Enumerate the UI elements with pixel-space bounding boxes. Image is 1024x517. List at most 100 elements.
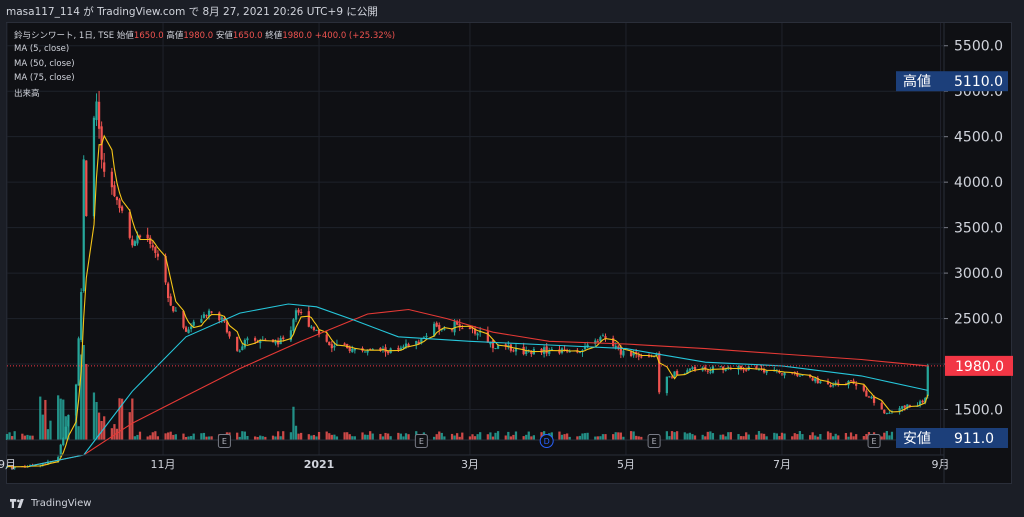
- y-tick-label: 3500.0: [954, 221, 1003, 237]
- event-markers: EEDEE: [217, 434, 881, 448]
- volume-bar: [28, 435, 32, 440]
- volume-bar: [476, 434, 479, 440]
- x-tick-label: 11月: [151, 458, 176, 471]
- volume-bar: [131, 398, 134, 440]
- volume-bar: [41, 414, 44, 440]
- candle-body: [883, 409, 886, 414]
- candle-body: [253, 338, 257, 341]
- volume-bar: [691, 434, 694, 440]
- legend-ma5[interactable]: MA (5, close): [14, 44, 69, 54]
- volume-bar: [885, 431, 888, 440]
- candle-body: [353, 349, 356, 351]
- candle-body: [236, 336, 239, 351]
- dividend-marker-label: D: [544, 437, 550, 446]
- volume-bar: [739, 436, 743, 440]
- volume-bar: [883, 432, 886, 440]
- volume-bar: [532, 435, 536, 440]
- volume-bar: [156, 436, 160, 440]
- volume-bar: [614, 432, 617, 440]
- volume-bar: [330, 434, 333, 440]
- volume-bar: [765, 436, 768, 440]
- legend-low-value: 1650.0: [232, 31, 263, 41]
- volume-bar: [399, 433, 403, 440]
- volume-bar: [174, 434, 177, 440]
- volume-bar: [297, 433, 300, 440]
- price-chart[interactable]: EEDEE 9月11月20213月5月7月9月 1500.01000.02500…: [0, 0, 1024, 517]
- legend-close-value: 1980.0: [282, 31, 313, 41]
- volume-bar: [747, 434, 750, 440]
- volume-bar: [494, 432, 497, 440]
- candle-body: [407, 344, 410, 347]
- volume-bar: [151, 432, 154, 440]
- volume-bar: [210, 436, 213, 440]
- volume-bar: [146, 436, 149, 440]
- candle-body: [811, 378, 814, 381]
- high-marker-label: 高値: [903, 73, 931, 90]
- volume-bar: [386, 433, 390, 440]
- volume-bar: [443, 436, 446, 440]
- x-tick-label: 9月: [0, 458, 16, 471]
- volume-bar: [371, 433, 374, 440]
- candle-body: [330, 344, 333, 349]
- volume-bar: [775, 433, 778, 440]
- legend-ohlc: 鈴与シンワート, 1日, TSE 始値1650.0 高値1980.0 安値165…: [14, 29, 395, 41]
- candle-body: [901, 406, 904, 409]
- candle-body: [885, 412, 888, 414]
- candle-body: [154, 246, 157, 253]
- candle-body: [386, 351, 390, 354]
- candle-body: [675, 370, 679, 375]
- candle-body: [921, 400, 924, 403]
- candle-body: [77, 338, 80, 386]
- candle-body: [888, 412, 891, 414]
- candle-body: [404, 343, 408, 347]
- volume-bar: [522, 436, 525, 440]
- volume-bar: [39, 396, 42, 440]
- volume-bar: [292, 406, 295, 440]
- volume-bar: [10, 436, 14, 440]
- candle-body: [115, 196, 119, 201]
- volume-bar: [384, 432, 387, 440]
- candle-body: [82, 159, 85, 292]
- volume-bar: [182, 433, 185, 440]
- legend-ma75[interactable]: MA (75, close): [14, 73, 75, 83]
- volume-bar: [832, 436, 835, 440]
- low-marker-value: 911.0: [954, 431, 994, 447]
- candle-body: [865, 390, 868, 397]
- volume-bar: [755, 434, 758, 440]
- volume-bar: [686, 433, 689, 440]
- volume-bar: [456, 433, 459, 440]
- candle-body: [706, 370, 709, 372]
- tradingview-logo[interactable]: TradingView: [10, 498, 91, 509]
- volume-bar: [704, 436, 707, 440]
- candle-body: [397, 347, 400, 350]
- volume-bar: [729, 432, 732, 440]
- volume-bar: [95, 402, 98, 440]
- candle-body: [837, 382, 840, 384]
- volume-bar: [473, 436, 477, 440]
- volume-bar: [271, 435, 275, 440]
- candle-body: [719, 366, 722, 368]
- y-tick-label: 2500.0: [954, 312, 1003, 328]
- volume-bar: [471, 434, 474, 440]
- volume-bar: [279, 436, 282, 440]
- x-tick-label: 2021: [304, 458, 335, 471]
- volume-bar: [389, 436, 392, 440]
- volume-bar: [525, 434, 528, 440]
- tradingview-brand: TradingView: [31, 498, 92, 509]
- y-tick-label: 1500.0: [954, 403, 1003, 419]
- candle-body: [310, 326, 313, 328]
- volume-bar: [791, 436, 794, 440]
- x-tick-label: 9月: [932, 458, 950, 471]
- volume-bar: [59, 398, 62, 440]
- y-tick-label: 5500.0: [954, 39, 1003, 55]
- volume-bar: [737, 434, 740, 440]
- volume-bar: [253, 436, 257, 440]
- candle-body: [220, 317, 223, 320]
- volume-bar: [438, 431, 441, 440]
- legend-ma50[interactable]: MA (50, close): [14, 59, 75, 69]
- candle-body: [647, 356, 651, 358]
- candle-body: [765, 370, 768, 373]
- volume-bar: [192, 433, 195, 440]
- legend-volume[interactable]: 出来高: [14, 87, 40, 99]
- last-price-value: 1980.0: [955, 359, 1004, 375]
